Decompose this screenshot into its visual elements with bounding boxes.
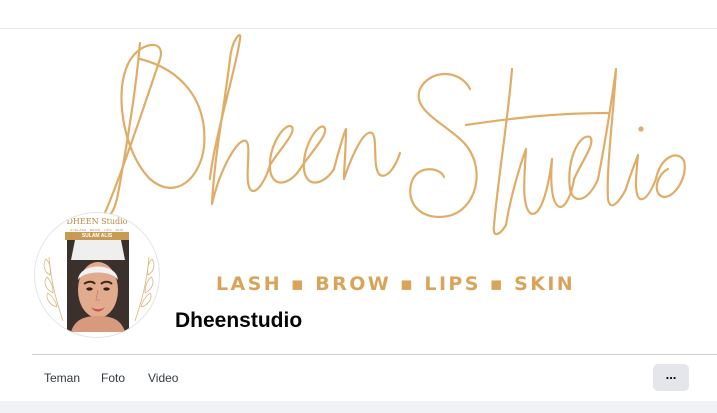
more-options-button[interactable]: ... <box>653 364 689 391</box>
avatar-portrait <box>67 240 129 332</box>
leaf-decoration-icon <box>43 256 64 322</box>
tab-teman[interactable]: Teman <box>44 371 80 385</box>
feed-background <box>0 401 717 413</box>
cover-tagline: LASH ▪ BROW ▪ LIPS ▪ SKIN <box>216 273 576 295</box>
avatar-brand-text: DHEEN Studio <box>66 217 128 226</box>
tab-video[interactable]: Video <box>148 371 178 385</box>
more-horizontal-icon: ... <box>665 367 677 382</box>
profile-tabs: Teman Foto Video ... <box>32 356 717 400</box>
tab-foto[interactable]: Foto <box>101 371 125 385</box>
divider <box>32 354 717 355</box>
page-name: Dheenstudio <box>175 309 303 332</box>
portrait-image <box>67 240 129 332</box>
leaf-decoration-icon <box>134 256 155 322</box>
avatar-badge: SULAM ALIS <box>65 232 129 240</box>
profile-avatar[interactable]: DHEEN Studio EYELASH · BROW · LIPS · SKI… <box>34 212 160 338</box>
top-navigation-bar <box>0 0 717 29</box>
